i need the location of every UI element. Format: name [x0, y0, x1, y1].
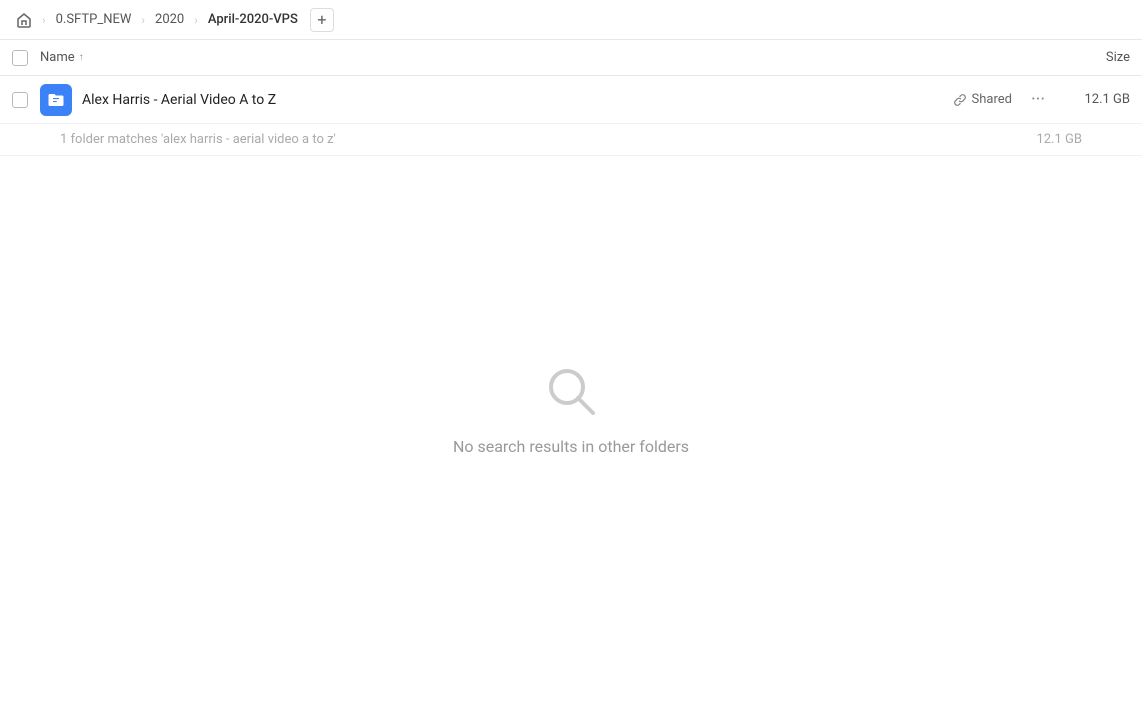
match-info-row: 1 folder matches 'alex harris - aerial v… — [0, 124, 1142, 156]
no-results-search-icon — [541, 361, 601, 421]
name-column-header[interactable]: Name ↑ — [40, 50, 1050, 65]
size-column-header: Size — [1050, 50, 1130, 65]
column-header: Name ↑ Size — [0, 40, 1142, 76]
sort-arrow-icon: ↑ — [79, 52, 84, 63]
breadcrumb-sep-2: › — [141, 13, 145, 27]
file-size-label: 12.1 GB — [1060, 92, 1130, 107]
row-checkbox[interactable] — [12, 92, 28, 108]
add-tab-button[interactable]: + — [310, 8, 334, 32]
shared-badge: Shared — [953, 92, 1012, 107]
more-options-button[interactable]: ··· — [1024, 86, 1052, 114]
breadcrumb-bar: › 0.SFTP_NEW › 2020 › April-2020-VPS + — [0, 0, 1142, 40]
file-name-label: Alex Harris - Aerial Video A to Z — [82, 92, 953, 108]
home-button[interactable] — [12, 8, 36, 32]
breadcrumb-item-sftp[interactable]: 0.SFTP_NEW — [52, 10, 136, 29]
main-container: › 0.SFTP_NEW › 2020 › April-2020-VPS + N… — [0, 0, 1142, 720]
breadcrumb-item-2020[interactable]: 2020 — [151, 10, 188, 29]
breadcrumb-sep-3: › — [194, 13, 198, 27]
breadcrumb-sep-1: › — [42, 13, 46, 27]
empty-state-label: No search results in other folders — [453, 437, 689, 456]
match-info-size: 12.1 GB — [1036, 132, 1082, 147]
shared-label: Shared — [972, 92, 1012, 107]
select-all-checkbox[interactable] — [12, 50, 28, 66]
breadcrumb-item-april[interactable]: April-2020-VPS — [204, 10, 302, 29]
folder-icon — [40, 84, 72, 116]
empty-state: No search results in other folders — [0, 156, 1142, 720]
file-row[interactable]: Alex Harris - Aerial Video A to Z Shared… — [0, 76, 1142, 124]
match-info-text: 1 folder matches 'alex harris - aerial v… — [60, 132, 336, 147]
